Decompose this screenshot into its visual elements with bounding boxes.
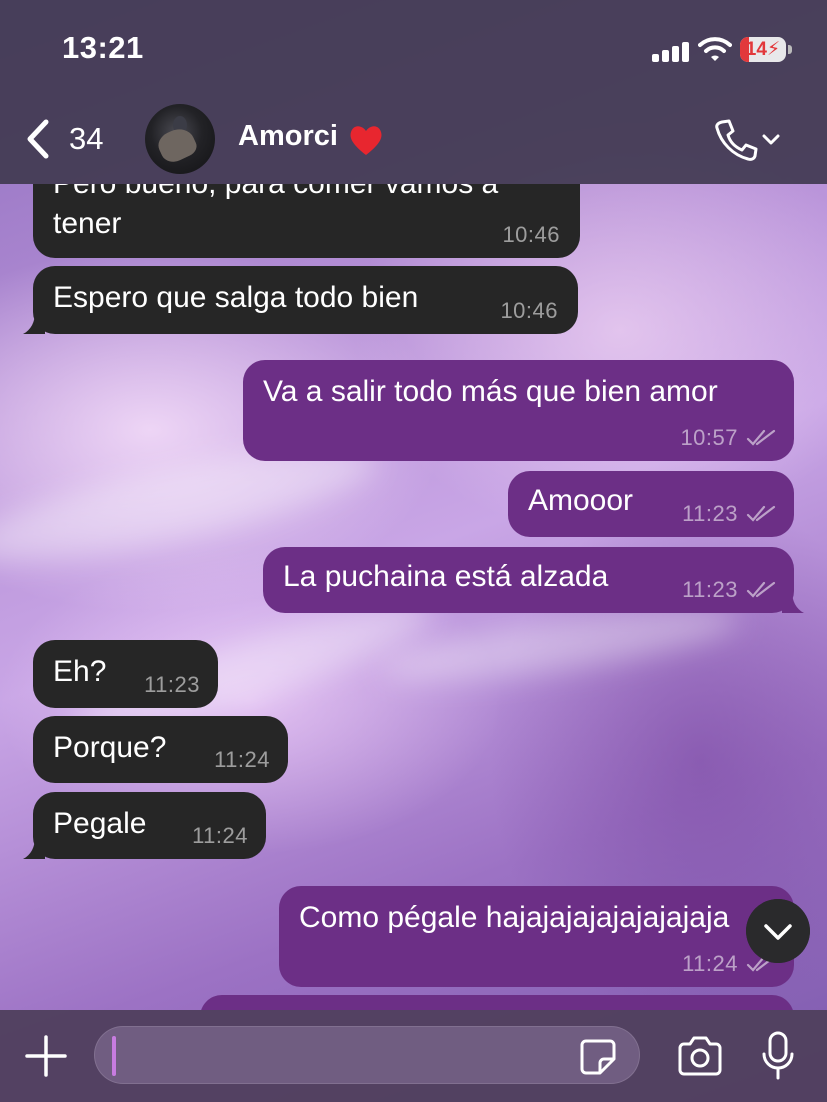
double-check-icon bbox=[746, 429, 776, 446]
cellular-signal-icon bbox=[652, 40, 690, 62]
status-time: 13:21 bbox=[62, 30, 144, 65]
message-time: 11:24 bbox=[214, 747, 270, 772]
message-text: tener bbox=[53, 207, 122, 240]
message-text: Amooor bbox=[528, 484, 634, 517]
message-time: 11:23 bbox=[682, 577, 738, 602]
message-text: Porque? bbox=[53, 731, 167, 764]
message-bubble-outgoing[interactable]: Va a salir todo más que bien amor 10:57 bbox=[243, 360, 794, 461]
message-text: Va a salir todo más que bien amor bbox=[263, 375, 718, 408]
message-bubble-incoming[interactable]: Espero que salga todo bien 10:46 bbox=[23, 266, 578, 334]
message-time: 11:23 bbox=[144, 672, 200, 697]
message-bubble-outgoing[interactable]: Como pégale hajajajajajajajajaja 11:24 bbox=[279, 886, 794, 987]
wifi-icon bbox=[698, 37, 732, 61]
message-bubble-incoming[interactable]: Porque? 11:24 bbox=[33, 716, 288, 783]
plus-icon[interactable] bbox=[24, 1034, 68, 1078]
message-bubble-incoming[interactable]: Eh? 11:23 bbox=[33, 640, 218, 708]
message-bubble-incoming[interactable]: Pero bueno, para comer vamos a tener 10:… bbox=[33, 184, 580, 258]
message-bubble-outgoing[interactable]: La puchaina está alzada 11:23 bbox=[263, 547, 804, 613]
message-text: Espero que salga todo bien bbox=[53, 281, 419, 314]
chevron-down-icon[interactable] bbox=[746, 899, 810, 963]
bubble-tail bbox=[782, 591, 804, 613]
contact-name[interactable]: Amorci bbox=[238, 120, 338, 153]
message-time: 11:24 bbox=[192, 823, 248, 848]
message-text: Pero bueno, para comer vamos a bbox=[53, 184, 498, 202]
heart-emoji-icon bbox=[350, 126, 382, 155]
battery-nub bbox=[788, 45, 792, 54]
message-text: Pegale bbox=[53, 807, 147, 840]
message-text: La puchaina está alzada bbox=[283, 560, 609, 593]
chevron-left-icon[interactable] bbox=[22, 116, 56, 162]
battery-indicator: 14⚡ bbox=[740, 37, 786, 62]
message-time: 11:24 bbox=[682, 951, 738, 976]
message-text: Eh? bbox=[53, 655, 107, 688]
double-check-icon bbox=[746, 505, 776, 522]
microphone-icon[interactable] bbox=[760, 1030, 796, 1082]
bubble-tail bbox=[23, 837, 45, 859]
chat-header bbox=[0, 0, 827, 184]
back-unread-count[interactable]: 34 bbox=[69, 121, 103, 157]
message-bubble-incoming[interactable]: Pegale 11:24 bbox=[23, 792, 266, 859]
text-cursor bbox=[112, 1036, 116, 1076]
message-time: 10:46 bbox=[502, 222, 560, 247]
message-bubble-outgoing[interactable] bbox=[200, 995, 794, 1010]
message-time: 11:23 bbox=[682, 501, 738, 526]
message-bubble-outgoing[interactable]: Amooor 11:23 bbox=[508, 471, 794, 537]
message-time: 10:46 bbox=[500, 298, 558, 323]
avatar[interactable] bbox=[145, 104, 215, 174]
double-check-icon bbox=[746, 581, 776, 598]
bubble-tail bbox=[23, 312, 45, 334]
message-input[interactable] bbox=[122, 1036, 566, 1078]
message-time: 10:57 bbox=[680, 425, 738, 450]
message-text: Como pégale hajajajajajajajajaja bbox=[299, 901, 730, 934]
battery-level: 14 bbox=[745, 39, 767, 60]
phone-icon[interactable] bbox=[712, 116, 788, 164]
message-list[interactable]: Pero bueno, para comer vamos a tener 10:… bbox=[0, 184, 827, 1010]
sticker-icon[interactable] bbox=[578, 1037, 618, 1077]
camera-icon[interactable] bbox=[676, 1034, 724, 1078]
